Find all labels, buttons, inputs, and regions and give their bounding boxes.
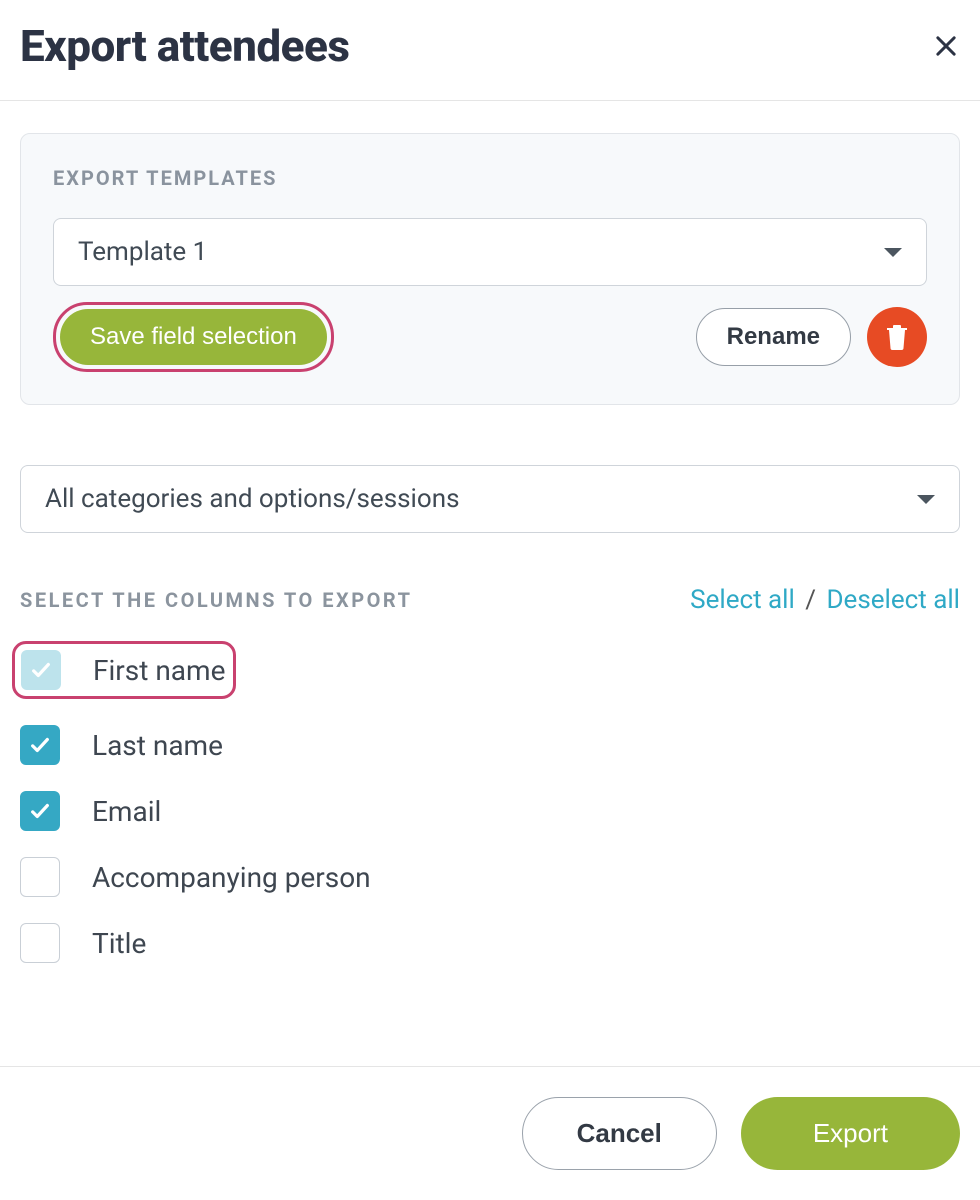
column-list: First name Last name Email Accompanying … <box>20 641 960 963</box>
column-row: Accompanying person <box>20 857 960 897</box>
check-icon <box>30 659 52 681</box>
template-right-actions: Rename <box>696 307 927 367</box>
dialog-content: EXPORT TEMPLATES Template 1 Save field s… <box>0 101 980 963</box>
template-select[interactable]: Template 1 <box>53 218 927 286</box>
link-separator: / <box>801 585 820 615</box>
checkbox-email[interactable] <box>20 791 60 831</box>
export-button[interactable]: Export <box>741 1097 960 1170</box>
categories-select[interactable]: All categories and options/sessions <box>20 465 960 533</box>
dialog-footer: Cancel Export <box>0 1066 980 1200</box>
save-selection-highlight: Save field selection <box>53 302 334 372</box>
column-row: Email <box>20 791 960 831</box>
column-label: Last name <box>92 729 223 762</box>
delete-template-button[interactable] <box>867 307 927 367</box>
caret-down-icon <box>917 495 935 504</box>
select-links: Select all / Deselect all <box>690 585 960 615</box>
dialog-title: Export attendees <box>20 20 349 72</box>
column-label: First name <box>93 654 225 687</box>
first-name-highlight: First name <box>12 641 236 699</box>
save-field-selection-button[interactable]: Save field selection <box>60 309 327 365</box>
column-row: Last name <box>20 725 960 765</box>
column-row: Title <box>20 923 960 963</box>
cancel-button[interactable]: Cancel <box>522 1097 717 1170</box>
trash-icon <box>885 324 909 350</box>
checkbox-first-name[interactable] <box>21 650 61 690</box>
column-row-highlight: First name <box>20 641 960 699</box>
template-select-value: Template 1 <box>78 237 207 267</box>
categories-select-value: All categories and options/sessions <box>45 484 460 514</box>
templates-section-label: EXPORT TEMPLATES <box>53 166 927 190</box>
rename-button[interactable]: Rename <box>696 308 851 366</box>
templates-panel: EXPORT TEMPLATES Template 1 Save field s… <box>20 133 960 405</box>
checkbox-last-name[interactable] <box>20 725 60 765</box>
select-all-link[interactable]: Select all <box>690 585 795 615</box>
checkbox-title[interactable] <box>20 923 60 963</box>
columns-header: SELECT THE COLUMNS TO EXPORT Select all … <box>20 585 960 615</box>
dialog-header: Export attendees <box>0 0 980 101</box>
checkbox-accompanying-person[interactable] <box>20 857 60 897</box>
deselect-all-link[interactable]: Deselect all <box>826 585 960 615</box>
templates-actions: Save field selection Rename <box>53 302 927 372</box>
columns-section-label: SELECT THE COLUMNS TO EXPORT <box>20 588 413 612</box>
column-label: Email <box>92 795 161 828</box>
caret-down-icon <box>884 248 902 257</box>
column-label: Accompanying person <box>92 861 371 894</box>
column-label: Title <box>92 927 146 960</box>
check-icon <box>29 734 51 756</box>
close-icon[interactable] <box>932 32 960 60</box>
check-icon <box>29 800 51 822</box>
